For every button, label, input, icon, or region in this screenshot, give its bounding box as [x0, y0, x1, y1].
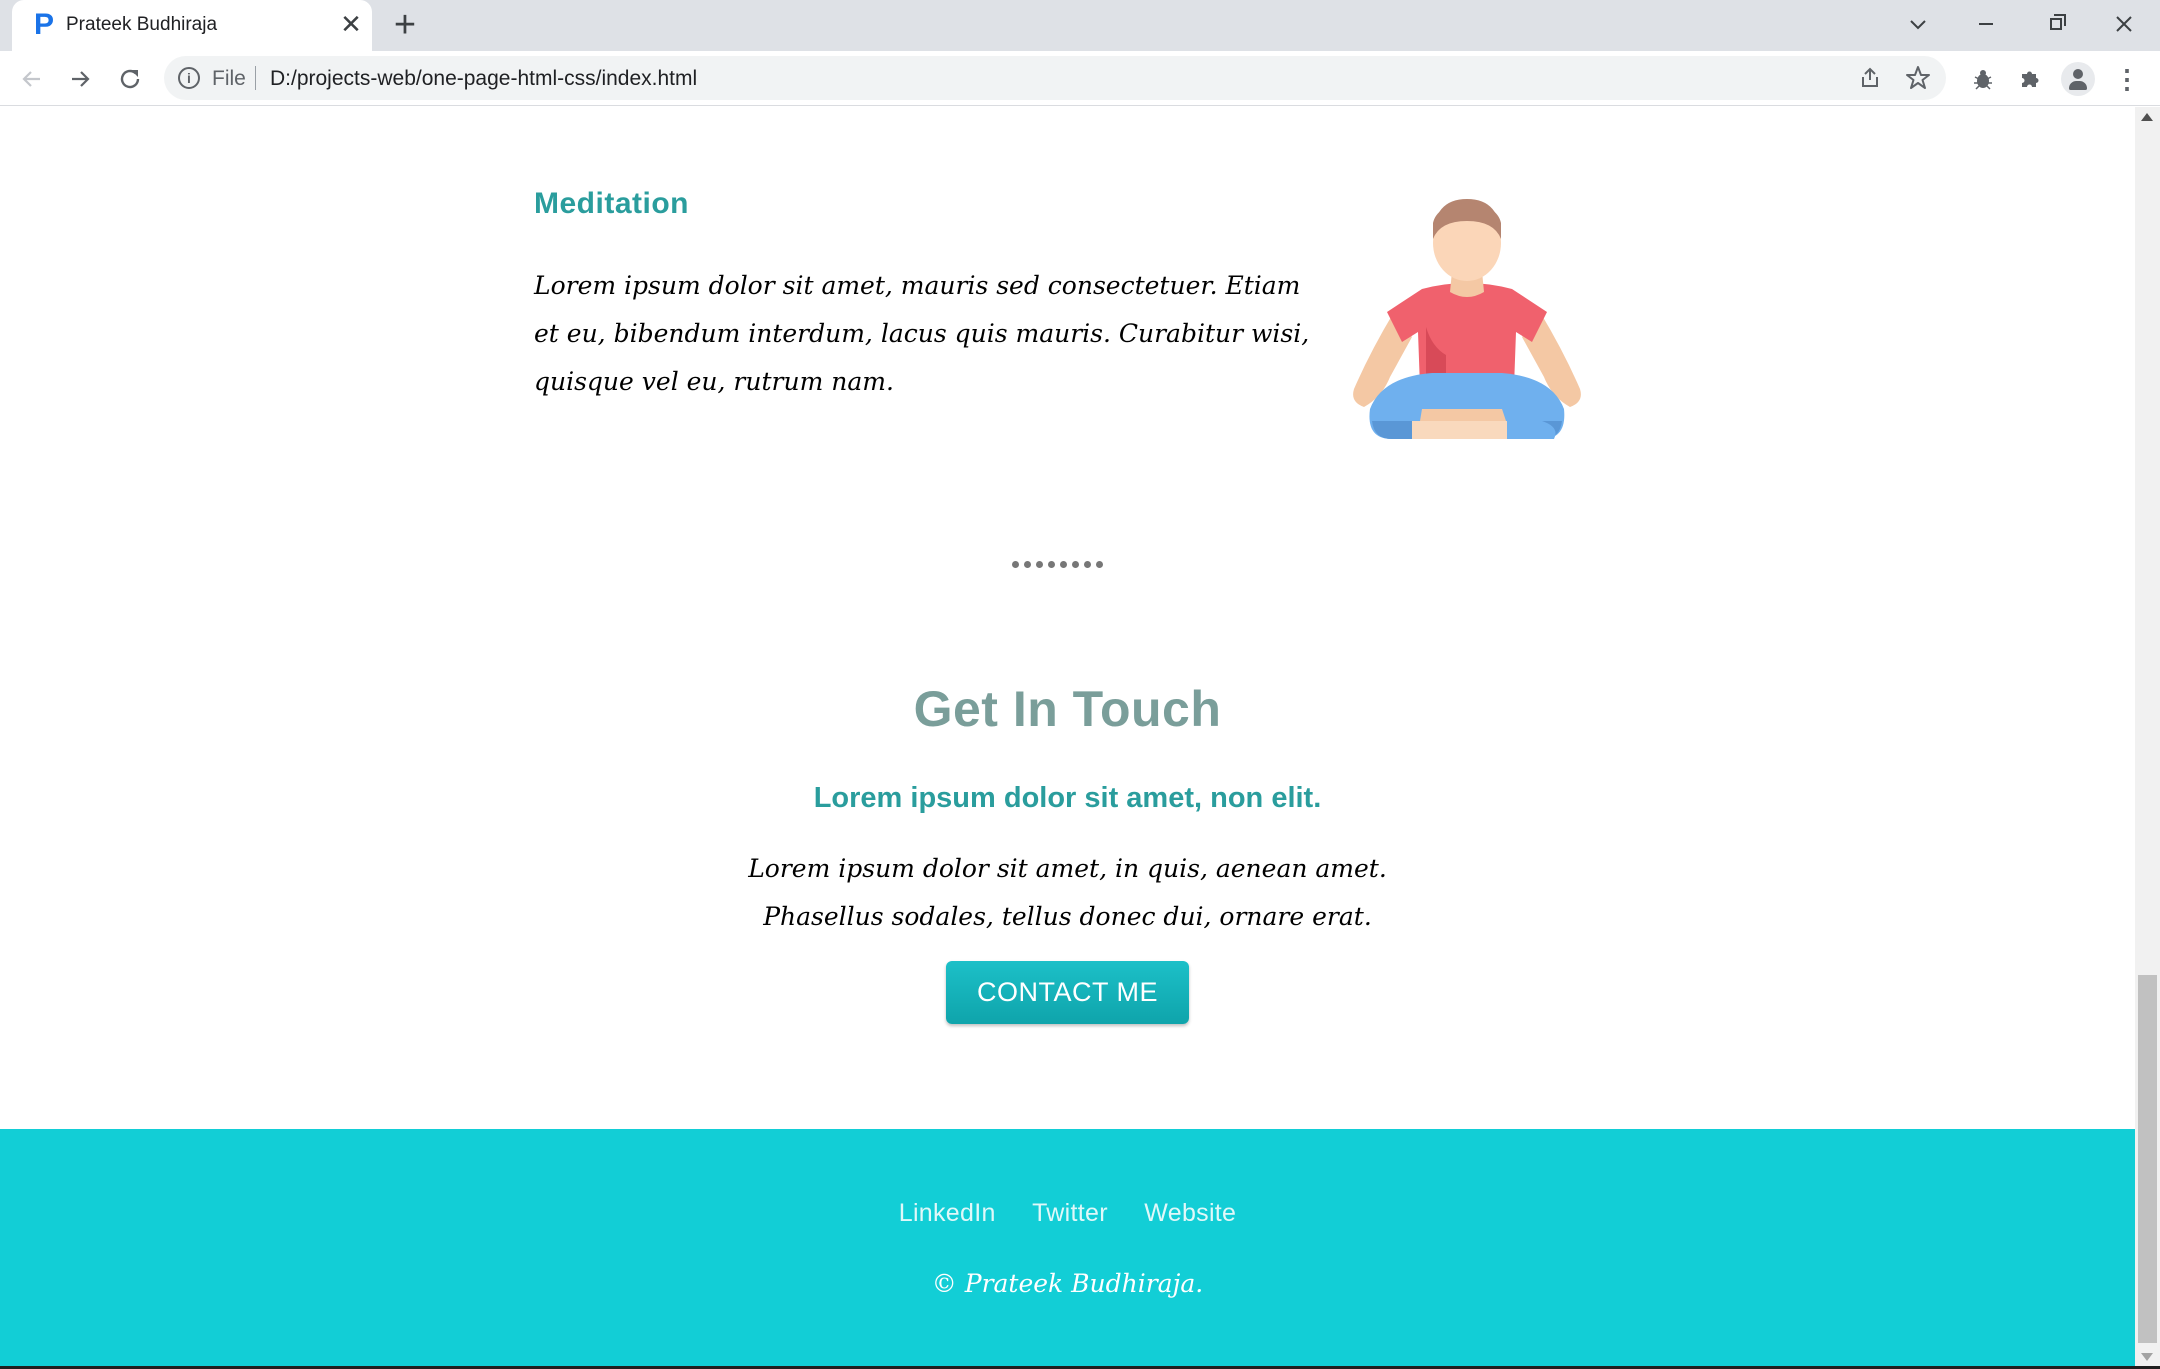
address-bar[interactable]: i File D:/projects-web/one-page-html-css… — [164, 56, 1946, 100]
scroll-up-arrow-icon[interactable] — [2141, 113, 2153, 121]
copyright-text: © Prateek Budhiraja. — [931, 1269, 1204, 1298]
scroll-thumb[interactable] — [2138, 975, 2157, 1343]
close-icon[interactable]: ✕ — [335, 8, 367, 40]
address-scheme: File — [212, 67, 246, 90]
contact-me-button[interactable]: CONTACT ME — [946, 961, 1189, 1024]
minimize-icon[interactable] — [1962, 4, 2010, 44]
tab-search-icon[interactable] — [1894, 4, 1942, 44]
page-scrollbar[interactable] — [2135, 107, 2160, 1369]
more-menu-icon[interactable]: ⋮ — [2110, 62, 2144, 96]
address-separator — [255, 66, 256, 90]
footer-link-linkedin[interactable]: LinkedIn — [899, 1199, 996, 1227]
window-close-icon[interactable] — [2100, 4, 2148, 44]
reload-icon[interactable] — [110, 59, 150, 99]
star-icon[interactable] — [1902, 62, 1934, 94]
puzzle-icon[interactable] — [2013, 62, 2047, 96]
feature-title: Meditation — [534, 187, 689, 220]
profile-icon[interactable] — [2061, 62, 2095, 96]
favicon-icon: P — [34, 8, 55, 41]
footer-link-website[interactable]: Website — [1144, 1199, 1236, 1227]
contact-text-line: Lorem ipsum dolor sit amet, in quis, aen… — [748, 854, 1387, 883]
feature-description: Lorem ipsum dolor sit amet, mauris sed c… — [534, 271, 1310, 396]
section-divider-dots — [1012, 555, 1122, 568]
restore-icon[interactable] — [2032, 4, 2080, 44]
forward-arrow-icon[interactable] — [60, 59, 100, 99]
address-url[interactable]: D:/projects-web/one-page-html-css/index.… — [270, 67, 697, 91]
browser-toolbar: i File D:/projects-web/one-page-html-css… — [0, 51, 2160, 106]
page-footer: LinkedIn Twitter Website © Prateek Budhi… — [0, 1129, 2135, 1369]
footer-link-twitter[interactable]: Twitter — [1032, 1199, 1108, 1227]
page-viewport: Meditation Lorem ipsum dolor sit amet, m… — [0, 107, 2135, 1369]
contact-description: Lorem ipsum dolor sit amet, in quis, aen… — [0, 845, 2135, 941]
tab-title: Prateek Budhiraja — [66, 14, 218, 35]
back-arrow-icon[interactable] — [12, 59, 52, 99]
contact-subtitle: Lorem ipsum dolor sit amet, non elit. — [813, 782, 1322, 814]
info-icon[interactable]: i — [178, 67, 200, 89]
contact-title: Get In Touch — [913, 681, 1222, 737]
footer-links: LinkedIn Twitter Website — [0, 1199, 2135, 1228]
share-icon[interactable] — [1854, 62, 1886, 94]
new-tab-button[interactable]: + — [388, 6, 422, 44]
extension-bug-icon[interactable] — [1966, 62, 2000, 96]
contact-text-line: Phasellus sodales, tellus donec dui, orn… — [763, 902, 1372, 931]
scroll-down-arrow-icon[interactable] — [2141, 1353, 2153, 1361]
meditation-person-illustration — [1353, 199, 1581, 439]
tab-strip: P Prateek Budhiraja ✕ + — [0, 0, 2160, 51]
browser-tab[interactable]: P Prateek Budhiraja ✕ — [12, 0, 372, 51]
